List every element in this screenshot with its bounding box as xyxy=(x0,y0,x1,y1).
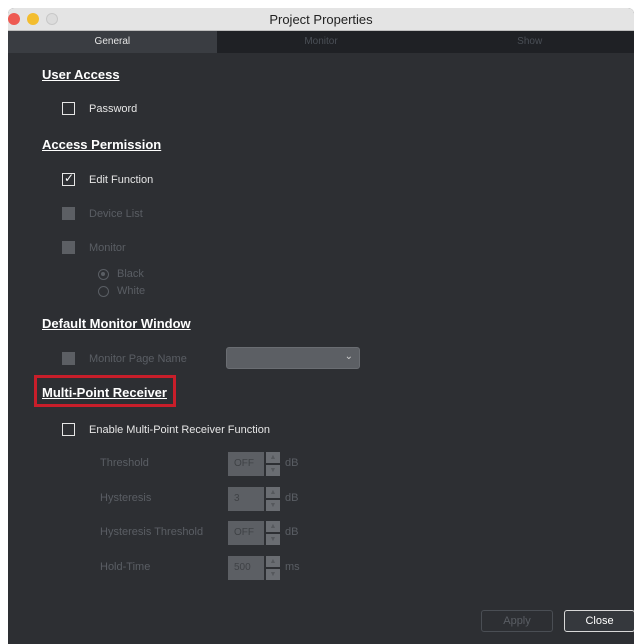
radio-white xyxy=(98,285,109,297)
edit-function-row[interactable]: ✓ Edit Function xyxy=(62,171,154,186)
enable-multi-point-checkbox[interactable] xyxy=(62,423,75,436)
device-list-label: Device List xyxy=(89,207,143,220)
threshold-unit: dB xyxy=(285,457,299,469)
multi-point-heading: Multi-Point Receiver xyxy=(42,385,167,400)
radio-black-label: Black xyxy=(117,268,144,280)
default-monitor-heading: Default Monitor Window xyxy=(42,316,191,331)
window-title: Project Properties xyxy=(269,12,373,27)
radio-black-row: Black xyxy=(98,268,144,280)
arrow-down-icon: ▼ xyxy=(266,569,280,580)
hysteresis-threshold-unit: dB xyxy=(285,526,299,538)
arrow-down-icon: ▼ xyxy=(266,534,280,545)
radio-white-row: White xyxy=(98,285,145,297)
device-list-row: Device List xyxy=(62,207,143,220)
monitor-page-name-label: Monitor Page Name xyxy=(89,352,187,365)
radio-white-label: White xyxy=(117,285,146,297)
tab-general[interactable]: General xyxy=(8,31,217,53)
monitor-checkbox xyxy=(62,241,75,254)
tab-bar: General Monitor Show xyxy=(8,31,634,53)
password-row[interactable]: Password xyxy=(62,102,137,115)
apply-button: Apply xyxy=(481,610,553,632)
edit-function-checkbox[interactable]: ✓ xyxy=(62,171,75,186)
radio-black xyxy=(98,268,109,280)
password-label: Password xyxy=(89,102,138,115)
chevron-down-icon: ⌄ xyxy=(344,351,353,362)
device-list-checkbox xyxy=(62,207,75,220)
hysteresis-label: Hysteresis xyxy=(100,492,152,504)
monitor-row: Monitor xyxy=(62,241,126,254)
tab-monitor[interactable]: Monitor xyxy=(217,31,426,53)
hysteresis-threshold-value: OFF xyxy=(228,521,264,545)
hysteresis-threshold-label: Hysteresis Threshold xyxy=(100,526,204,538)
checkmark-icon: ✓ xyxy=(64,171,75,185)
monitor-page-name-checkbox xyxy=(62,352,75,365)
hysteresis-threshold-spinner: OFF ▲ ▼ xyxy=(228,521,280,545)
threshold-spinner: OFF ▲ ▼ xyxy=(228,452,280,476)
close-button[interactable]: Close xyxy=(564,610,634,632)
hold-time-value: 500 xyxy=(228,556,264,580)
monitor-label: Monitor xyxy=(89,241,126,254)
access-permission-heading: Access Permission xyxy=(42,137,162,152)
hysteresis-value: 3 xyxy=(228,487,264,511)
hold-time-unit: ms xyxy=(285,561,300,573)
arrow-up-icon: ▲ xyxy=(266,521,280,532)
hysteresis-spinner: 3 ▲ ▼ xyxy=(228,487,280,511)
hold-time-spinner: 500 ▲ ▼ xyxy=(228,556,280,580)
arrow-up-icon: ▲ xyxy=(266,487,280,498)
enable-multi-point-row[interactable]: Enable Multi-Point Receiver Function xyxy=(62,423,270,436)
monitor-page-dropdown: ⌄ xyxy=(226,347,360,369)
monitor-page-name-row: Monitor Page Name xyxy=(62,352,187,365)
threshold-label: Threshold xyxy=(100,457,149,469)
tab-show[interactable]: Show xyxy=(425,31,634,53)
hysteresis-unit: dB xyxy=(285,492,299,504)
arrow-up-icon: ▲ xyxy=(266,556,280,567)
password-checkbox[interactable] xyxy=(62,102,75,115)
threshold-value: OFF xyxy=(228,452,264,476)
arrow-up-icon: ▲ xyxy=(266,452,280,463)
arrow-down-icon: ▼ xyxy=(266,500,280,511)
hold-time-label: Hold-Time xyxy=(100,561,151,573)
enable-multi-point-label: Enable Multi-Point Receiver Function xyxy=(89,423,270,436)
edit-function-label: Edit Function xyxy=(89,173,154,186)
user-access-heading: User Access xyxy=(42,67,120,82)
title-bar: Project Properties xyxy=(8,8,634,31)
project-properties-window: Project Properties General Monitor Show … xyxy=(8,8,634,644)
arrow-down-icon: ▼ xyxy=(266,465,280,476)
